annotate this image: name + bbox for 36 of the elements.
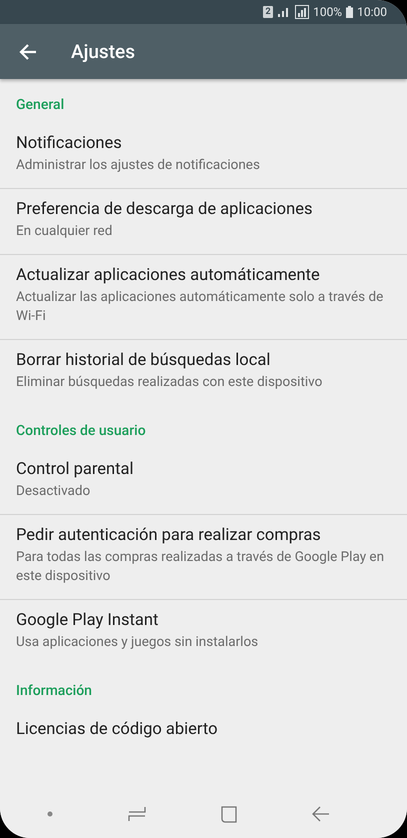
item-subtitle: Para todas las compras realizadas a través de Google Play en este dispositivo	[16, 548, 386, 586]
battery-icon	[346, 6, 354, 18]
item-subtitle: En cualquier red	[16, 222, 114, 241]
item-title: Preferencia de descarga de aplicaciones	[16, 200, 314, 219]
item-title: Licencias de código abierto	[16, 720, 219, 739]
back-icon[interactable]	[312, 806, 330, 822]
settings-item[interactable]: Google Play Instant Usa aplicaciones y juegos sin instalarlos	[0, 599, 407, 665]
item-title: Google Play Instant	[16, 611, 160, 630]
settings-item[interactable]: Actualizar aplicaciones automáticamente Actualizar las aplicaciones automáticamente solo a través de Wi-Fi	[0, 254, 407, 339]
item-title: Borrar historial de búsquedas local	[16, 351, 272, 370]
battery-percent: 100%	[313, 5, 342, 19]
item-subtitle: Actualizar las aplicaciones automáticamente solo a través de Wi-Fi	[16, 288, 384, 326]
item-subtitle: Eliminar búsquedas realizadas con este dispositivo	[16, 373, 324, 392]
section-header: Controles de usuario	[15, 422, 147, 441]
item-title: Notificaciones	[16, 134, 123, 153]
item-title: Control parental	[16, 460, 135, 479]
page-title: Ajustes	[71, 40, 135, 63]
home-icon[interactable]	[220, 806, 237, 822]
settings-item[interactable]: Borrar historial de búsquedas local Eliminar búsquedas realizadas con este dispositivo	[0, 339, 407, 405]
settings-item[interactable]: Notificaciones Administrar los ajustes de notificaciones	[0, 123, 407, 188]
settings-item[interactable]: Pedir autenticación para realizar compras Para todas las compras realizadas a través de Google Play en este dispositivo	[0, 514, 407, 599]
item-subtitle: Desactivado	[16, 482, 92, 501]
settings-item[interactable]: Licencias de código abierto	[0, 709, 407, 752]
item-subtitle: Administrar los ajustes de notificaciones	[16, 156, 261, 175]
section-header: General	[15, 96, 66, 115]
recent-apps-icon[interactable]	[128, 806, 146, 822]
item-title: Actualizar aplicaciones automáticamente	[16, 266, 321, 285]
signal-icon	[295, 5, 310, 19]
clock: 10:00	[357, 5, 387, 19]
settings-item[interactable]: Preferencia de descarga de aplicaciones En cualquier red	[0, 188, 407, 254]
settings-item[interactable]: Control parental Desactivado	[0, 449, 407, 514]
section-header: Información	[15, 682, 93, 701]
item-subtitle: Usa aplicaciones y juegos sin instalarlos	[16, 633, 260, 652]
sim-badge: 2	[263, 6, 274, 18]
item-title: Pedir autenticación para realizar compras	[16, 526, 322, 545]
dot-icon[interactable]	[47, 811, 54, 817]
